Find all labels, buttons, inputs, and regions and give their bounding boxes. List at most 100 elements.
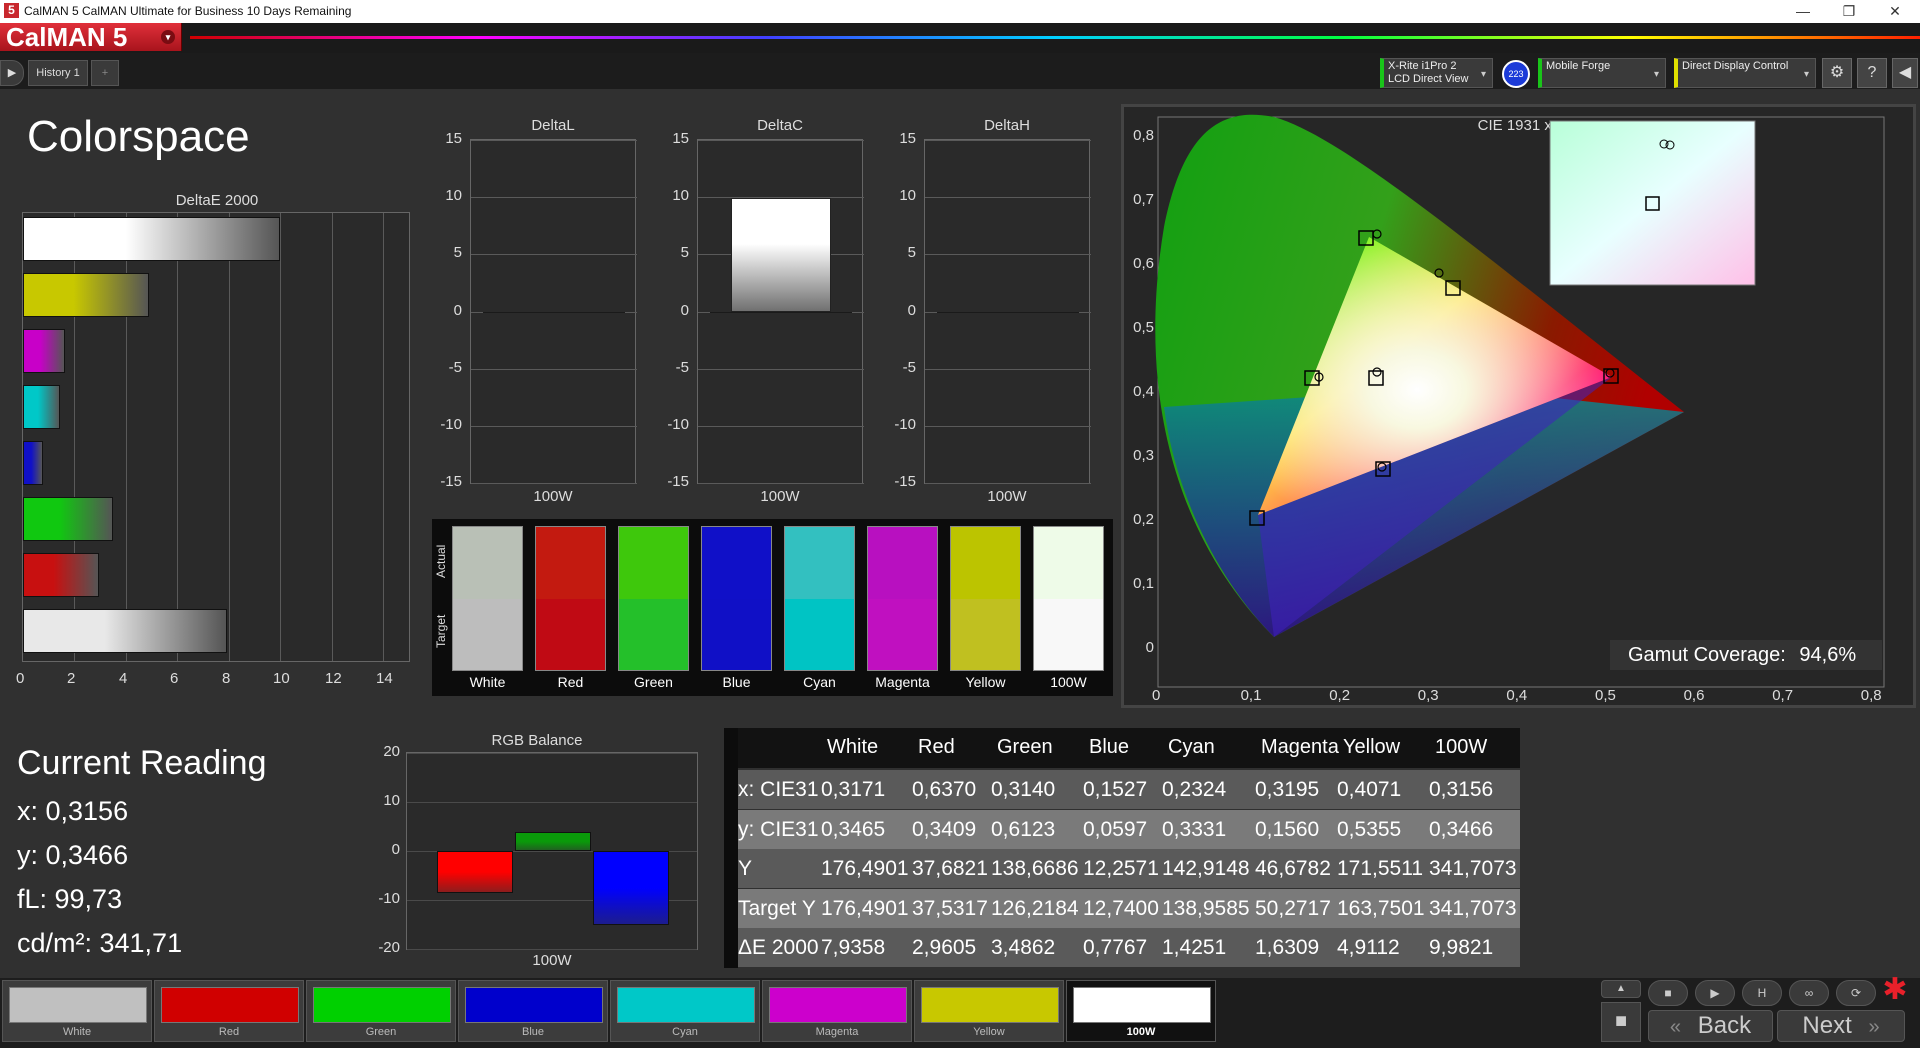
brand-menu-button[interactable]: CalMAN 5 ▾ <box>0 23 182 51</box>
swatch-target <box>868 598 937 670</box>
delta-tick-label: 15 <box>445 130 462 147</box>
swatch-white <box>452 526 523 671</box>
deltae-gridline <box>280 213 281 661</box>
swatch-label: Yellow <box>965 674 1006 690</box>
expand-icon[interactable]: ◀ <box>1892 58 1918 88</box>
patch-chip <box>769 987 907 1023</box>
cie-chart-panel: CIE 1931 xy Gamut Coverage: 94,6% 0,8 0,… <box>1121 104 1916 708</box>
loop-icon[interactable]: ∞ <box>1789 980 1829 1006</box>
cie-ytick-label: 0 <box>1145 639 1154 656</box>
brand-name: CalMAN 5 <box>6 22 128 52</box>
color-patch-cyan[interactable]: Cyan <box>610 980 760 1042</box>
delta-chart-title: DeltaC <box>757 117 803 134</box>
delta-tick-label: 5 <box>680 244 689 261</box>
delta-gridline <box>698 426 864 427</box>
table-header-cell: Yellow <box>1343 736 1401 758</box>
table-header-cell: Magenta <box>1261 736 1339 758</box>
color-patch-100w[interactable]: 100W <box>1066 980 1216 1042</box>
stop-square-icon[interactable]: ■ <box>1601 1002 1641 1042</box>
cie-diagram <box>1155 114 1885 688</box>
deltae-bar-magenta <box>23 329 65 373</box>
color-patch-magenta[interactable]: Magenta <box>762 980 912 1042</box>
delta-chart-title: DeltaH <box>984 117 1030 134</box>
deltae-gridline <box>383 213 384 661</box>
play-icon[interactable]: ▶ <box>0 60 24 86</box>
table-cell: 0,3195 <box>1255 778 1320 801</box>
display-selector[interactable]: Direct Display Control ▾ <box>1674 58 1816 88</box>
color-patch-white[interactable]: White <box>2 980 152 1042</box>
delta-gridline <box>925 369 1091 370</box>
table-cell: 9,9821 <box>1429 936 1494 959</box>
cie-xtick-label: 0,4 <box>1506 687 1528 704</box>
cie-xtick-label: 0 <box>1152 687 1161 704</box>
meter-mode: LCD Direct View <box>1388 73 1469 85</box>
patch-chip <box>313 987 451 1023</box>
rgb-tick-label: 10 <box>383 792 400 809</box>
back-button[interactable]: « Back <box>1648 1010 1773 1042</box>
page-title: Colorspace <box>27 112 250 161</box>
swatch-actual <box>619 527 688 599</box>
refresh-icon[interactable]: ⟳ <box>1836 980 1876 1006</box>
play-icon[interactable]: ▶ <box>1695 980 1735 1006</box>
delta-tick-label: -5 <box>448 359 462 376</box>
color-patch-green[interactable]: Green <box>306 980 456 1042</box>
deltae-chart-title: DeltaE 2000 <box>175 192 259 209</box>
table-header-cell: Blue <box>1089 736 1130 758</box>
source-selector[interactable]: Mobile Forge ▾ <box>1538 58 1666 88</box>
table-cell: 126,2184 <box>991 896 1079 920</box>
swatch-target <box>702 598 771 670</box>
table-cell: 138,9585 <box>1162 896 1250 920</box>
delta-tick-label: 10 <box>445 187 462 204</box>
table-cell: 3,4862 <box>991 936 1056 959</box>
delta-gridline <box>698 140 864 141</box>
delta-tick-label: 15 <box>672 130 689 147</box>
stop-icon[interactable]: ■ <box>1648 980 1688 1006</box>
rgb-gridline <box>407 802 697 803</box>
close-button[interactable]: ✕ <box>1872 0 1918 23</box>
collapse-icon[interactable]: ▲ <box>1601 980 1641 998</box>
meter-badge[interactable]: 223 <box>1502 60 1530 88</box>
patch-label: White <box>62 1026 92 1038</box>
color-patch-red[interactable]: Red <box>154 980 304 1042</box>
delta-chart-plot-deltac <box>697 139 864 484</box>
tab-history-1[interactable]: History 1 <box>28 60 88 86</box>
patch-label: Yellow <box>973 1026 1005 1038</box>
asterisk-icon[interactable]: ✱ <box>1878 972 1912 1006</box>
swatch-red <box>535 526 606 671</box>
table-cell: 0,4071 <box>1337 778 1402 801</box>
patch-chip <box>1073 987 1211 1023</box>
color-patch-blue[interactable]: Blue <box>458 980 608 1042</box>
deltae-tick-label: 10 <box>273 670 290 687</box>
deltae-bar-white <box>23 609 227 653</box>
swatch-label: Cyan <box>803 674 836 690</box>
gear-icon[interactable]: ⚙ <box>1822 58 1852 88</box>
cie-inset <box>1549 120 1756 286</box>
cie-xtick-label: 0,7 <box>1772 687 1794 704</box>
delta-tick-label: -5 <box>675 359 689 376</box>
delta-tick-label: 0 <box>680 302 689 319</box>
table-cell: 0,3156 <box>1429 778 1494 801</box>
maximize-button[interactable]: ❐ <box>1826 0 1872 23</box>
help-icon[interactable]: ? <box>1857 58 1887 88</box>
color-patch-yellow[interactable]: Yellow <box>914 980 1064 1042</box>
delta-chart-xlabel: 100W <box>533 488 573 505</box>
delta-chart-plot-deltal <box>470 139 637 484</box>
swatch-actual <box>868 527 937 599</box>
meter-selector[interactable]: X-Rite i1Pro 2 LCD Direct View ▾ <box>1380 58 1493 88</box>
next-button[interactable]: Next » <box>1777 1010 1905 1042</box>
rgb-tick-label: -10 <box>378 890 400 907</box>
swatch-green <box>618 526 689 671</box>
delta-tick-label: 5 <box>453 244 462 261</box>
table-cell: 1,6309 <box>1255 936 1320 959</box>
rgb-balance-xlabel: 100W <box>532 952 572 969</box>
hold-icon[interactable]: H <box>1742 980 1782 1006</box>
swatch-label: White <box>469 674 506 690</box>
add-tab-button[interactable]: + <box>91 60 119 86</box>
deltae-tick-label: 4 <box>119 670 128 687</box>
window-title: CalMAN 5 CalMAN Ultimate for Business 10… <box>24 4 352 18</box>
minimize-button[interactable]: — <box>1780 0 1826 23</box>
deltae-tick-label: 14 <box>376 670 393 687</box>
next-arrow-icon: » <box>1868 1016 1880 1038</box>
table-cell: 176,4901 <box>821 896 909 920</box>
table-cell: 0,3465 <box>821 817 886 841</box>
